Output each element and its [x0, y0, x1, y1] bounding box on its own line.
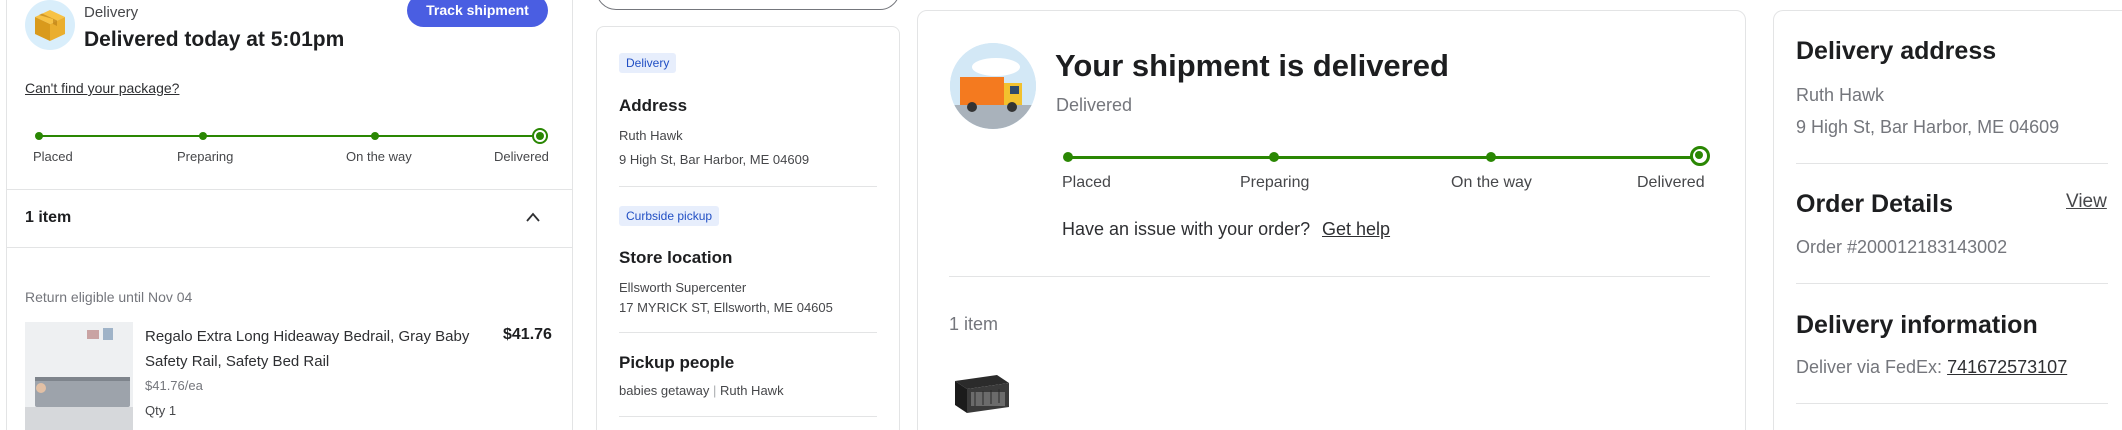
- delivery-information-heading: Delivery information: [1796, 311, 2038, 339]
- view-order-link[interactable]: View: [2066, 191, 2107, 213]
- divider: [1796, 283, 2108, 284]
- divider: [619, 332, 877, 333]
- pickup-people-list: babies getaway | Ruth Hawk: [619, 383, 784, 398]
- progress-dot-delivered: [1690, 146, 1710, 166]
- divider: [7, 247, 572, 248]
- step-label: Preparing: [1240, 174, 1310, 191]
- step-label: Placed: [1062, 174, 1111, 191]
- delivery-address-line: 9 High St, Bar Harbor, ME 04609: [1796, 117, 2060, 137]
- progress-dot-on-the-way: [1486, 152, 1496, 162]
- items-count[interactable]: 1 item: [25, 209, 71, 227]
- shipment-title: Your shipment is delivered: [1055, 48, 1449, 83]
- pickup-people-heading: Pickup people: [619, 353, 735, 372]
- return-eligible-text: Return eligible until Nov 04: [25, 289, 193, 305]
- curbside-pickup-tag: Curbside pickup: [619, 206, 720, 226]
- delivery-address-name: Ruth Hawk: [1796, 85, 1885, 105]
- step-label: On the way: [1451, 174, 1532, 191]
- track-shipment-button[interactable]: Track shipment: [407, 0, 548, 27]
- deliver-via-label: Deliver via FedEx:: [1796, 357, 1943, 377]
- divider: [1796, 403, 2108, 404]
- delivery-truck-icon: [950, 43, 1036, 129]
- progress-dot-on-the-way: [371, 132, 379, 140]
- deliver-via-line: Deliver via FedEx: 741672573107: [1796, 357, 2067, 378]
- delivery-tag: Delivery: [619, 53, 677, 73]
- store-address: 17 MYRICK ST, Ellsworth, ME 04605: [619, 300, 833, 315]
- order-details-heading: Order Details: [1796, 190, 1954, 218]
- quantity: Qty 1: [145, 403, 177, 418]
- pickup-person: babies getaway: [619, 383, 710, 398]
- step-label: Placed: [33, 149, 73, 164]
- progress-dot-preparing: [1269, 152, 1279, 162]
- package-icon: [25, 0, 75, 50]
- progress-line: [39, 135, 539, 137]
- chevron-up-icon[interactable]: [525, 210, 540, 224]
- progress-dot-preparing: [199, 132, 207, 140]
- shipment-subtitle: Delivered: [1056, 95, 1133, 115]
- divider: [7, 189, 572, 190]
- progress-dot-delivered: [532, 128, 548, 144]
- tracking-number-link[interactable]: 741672573107: [1947, 357, 2067, 377]
- step-label: Delivered: [1637, 174, 1705, 191]
- issue-prompt: Have an issue with your order?: [1062, 219, 1311, 239]
- top-outline-button[interactable]: [596, 0, 900, 10]
- store-location-heading: Store location: [619, 248, 733, 267]
- unit-price: $41.76/ea: [145, 378, 203, 393]
- pickup-person: Ruth Hawk: [719, 383, 784, 398]
- store-name: Ellsworth Supercenter: [619, 280, 747, 295]
- delivery-kind-label: Delivery: [84, 4, 139, 21]
- address-name: Ruth Hawk: [619, 128, 683, 143]
- divider: [619, 416, 877, 417]
- address-line: 9 High St, Bar Harbor, ME 04609: [619, 152, 810, 167]
- divider: [619, 186, 877, 187]
- product-price: $41.76: [503, 326, 552, 343]
- separator: |: [712, 383, 717, 398]
- divider: [1796, 163, 2108, 164]
- product-image[interactable]: [25, 322, 133, 430]
- delivery-address-heading: Delivery address: [1796, 37, 1997, 65]
- address-heading: Address: [619, 96, 688, 115]
- progress-dot-placed: [1063, 152, 1073, 162]
- progress-dot-placed: [35, 132, 43, 140]
- get-help-link[interactable]: Get help: [1322, 219, 1390, 240]
- progress-line: [1068, 156, 1702, 159]
- step-label: Preparing: [177, 149, 234, 164]
- product-name-link[interactable]: Regalo Extra Long Hideaway Bedrail, Gray…: [145, 324, 485, 374]
- cant-find-package-link[interactable]: Can't find your package?: [25, 80, 179, 96]
- divider: [949, 276, 1710, 277]
- delivery-status: Delivered today at 5:01pm: [84, 28, 345, 51]
- order-number: Order #200012183143002: [1796, 237, 2008, 257]
- playard-icon[interactable]: [949, 367, 1015, 419]
- items-count: 1 item: [949, 314, 999, 334]
- step-label: Delivered: [494, 149, 549, 164]
- step-label: On the way: [346, 149, 412, 164]
